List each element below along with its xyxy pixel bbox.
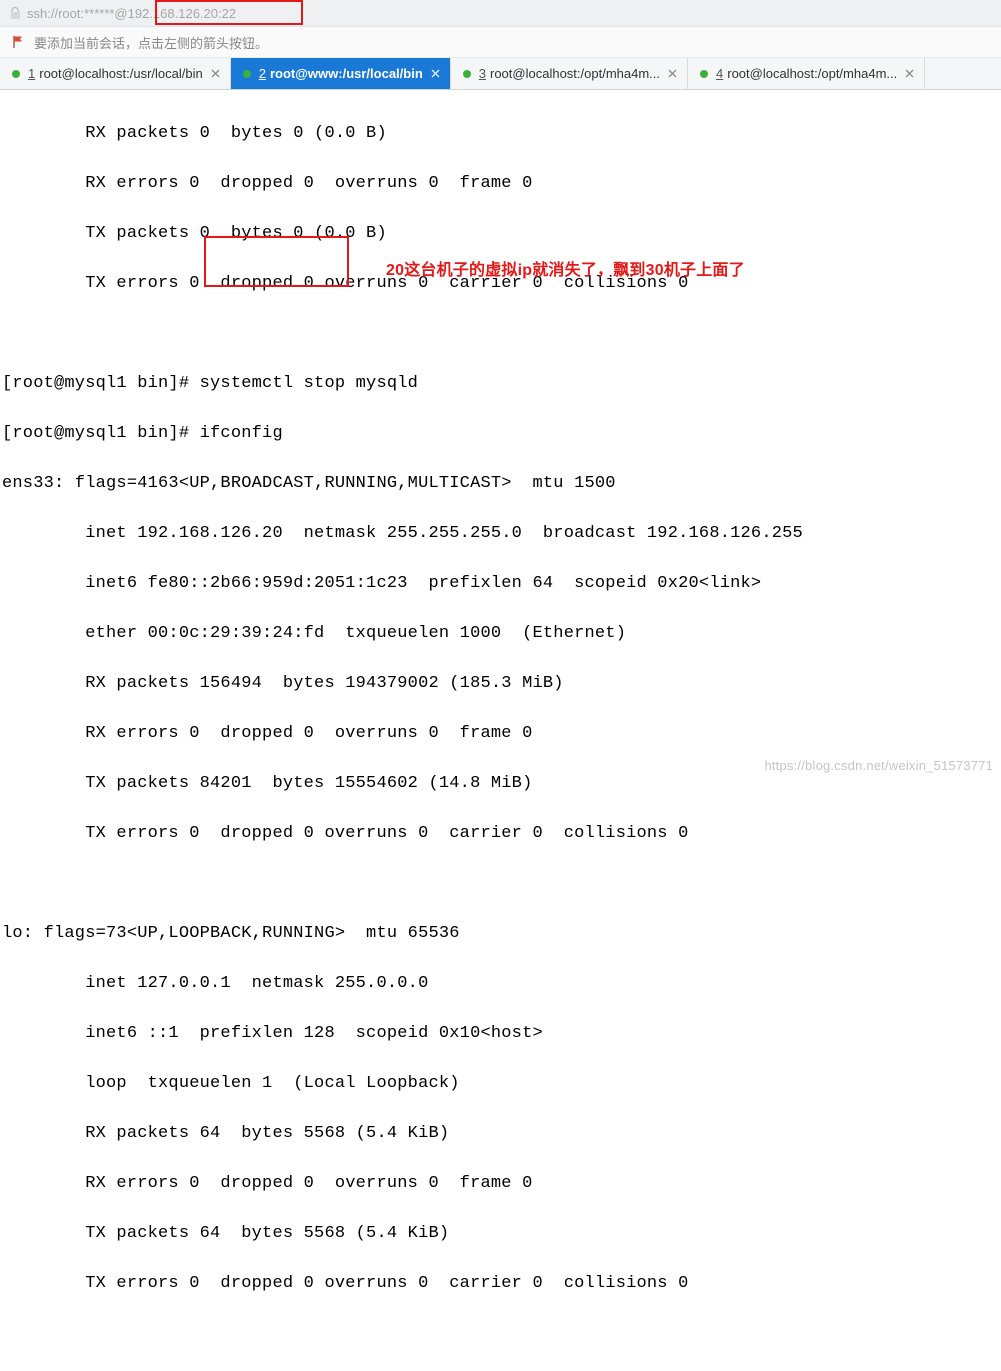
tab-label: root@localhost:/opt/mha4m...	[490, 66, 660, 81]
tab-number: 4	[716, 66, 723, 81]
terminal-line: RX errors 0 dropped 0 overruns 0 frame 0	[2, 171, 999, 196]
terminal-line: inet6 ::1 prefixlen 128 scopeid 0x10<hos…	[2, 1021, 999, 1046]
terminal-line: inet6 fe80::2b66:959d:2051:1c23 prefixle…	[2, 571, 999, 596]
flag-icon	[12, 35, 26, 49]
close-icon[interactable]	[431, 69, 440, 78]
terminal-line: TX packets 0 bytes 0 (0.0 B)	[2, 221, 999, 246]
close-icon[interactable]	[905, 69, 914, 78]
terminal-line: [root@mysql1 bin]# ifconfig	[2, 421, 999, 446]
terminal-line: TX errors 0 dropped 0 overruns 0 carrier…	[2, 821, 999, 846]
terminal-line: RX errors 0 dropped 0 overruns 0 frame 0	[2, 1171, 999, 1196]
terminal-output[interactable]: RX packets 0 bytes 0 (0.0 B) RX errors 0…	[0, 90, 1001, 1371]
close-icon[interactable]	[668, 69, 677, 78]
status-dot-icon	[700, 70, 708, 78]
terminal-line: ether 00:0c:29:39:24:fd txqueuelen 1000 …	[2, 621, 999, 646]
terminal-line: inet 192.168.126.20 netmask 255.255.255.…	[2, 521, 999, 546]
terminal-line: RX errors 0 dropped 0 overruns 0 frame 0	[2, 721, 999, 746]
terminal-line: [root@mysql1 bin]# systemctl stop mysqld	[2, 371, 999, 396]
terminal-line: TX errors 0 dropped 0 overruns 0 carrier…	[2, 1271, 999, 1296]
terminal-line: RX packets 0 bytes 0 (0.0 B)	[2, 121, 999, 146]
terminal-line: loop txqueuelen 1 (Local Loopback)	[2, 1071, 999, 1096]
tab-number: 1	[28, 66, 35, 81]
tab-number: 3	[479, 66, 486, 81]
session-tab-1[interactable]: 1 root@localhost:/usr/local/bin	[0, 58, 231, 89]
watermark: https://blog.csdn.net/weixin_51573771	[764, 758, 993, 773]
terminal-line: RX packets 156494 bytes 194379002 (185.3…	[2, 671, 999, 696]
address-bar: ssh://root:******@192.168.126.20:22	[0, 0, 1001, 27]
tab-label: root@localhost:/usr/local/bin	[39, 66, 203, 81]
terminal-line: ens33: flags=4163<UP,BROADCAST,RUNNING,M…	[2, 471, 999, 496]
lock-icon	[10, 7, 21, 20]
terminal-line: TX packets 84201 bytes 15554602 (14.8 Mi…	[2, 771, 999, 796]
status-dot-icon	[12, 70, 20, 78]
terminal-line	[2, 321, 999, 346]
hint-text: 要添加当前会话，点击左侧的箭头按钮。	[34, 33, 268, 52]
terminal-line	[2, 871, 999, 896]
terminal-line: TX packets 64 bytes 5568 (5.4 KiB)	[2, 1221, 999, 1246]
tab-label: root@localhost:/opt/mha4m...	[727, 66, 897, 81]
terminal-line: lo: flags=73<UP,LOOPBACK,RUNNING> mtu 65…	[2, 921, 999, 946]
hint-bar: 要添加当前会话，点击左侧的箭头按钮。	[0, 27, 1001, 58]
terminal-line: RX packets 64 bytes 5568 (5.4 KiB)	[2, 1121, 999, 1146]
session-tab-4[interactable]: 4 root@localhost:/opt/mha4m...	[688, 58, 925, 89]
terminal-line: inet 127.0.0.1 netmask 255.0.0.0	[2, 971, 999, 996]
tab-number: 2	[259, 66, 266, 81]
annotation-text: 20这台机子的虚拟ip就消失了，飘到30机子上面了	[386, 258, 745, 283]
address-url[interactable]: ssh://root:******@192.168.126.20:22	[27, 6, 236, 21]
session-tab-3[interactable]: 3 root@localhost:/opt/mha4m...	[451, 58, 688, 89]
session-tab-2[interactable]: 2 root@www:/usr/local/bin	[231, 58, 451, 89]
tab-label: root@www:/usr/local/bin	[270, 66, 423, 81]
status-dot-icon	[463, 70, 471, 78]
close-icon[interactable]	[211, 69, 220, 78]
status-dot-icon	[243, 70, 251, 78]
tab-bar: 1 root@localhost:/usr/local/bin 2 root@w…	[0, 58, 1001, 90]
